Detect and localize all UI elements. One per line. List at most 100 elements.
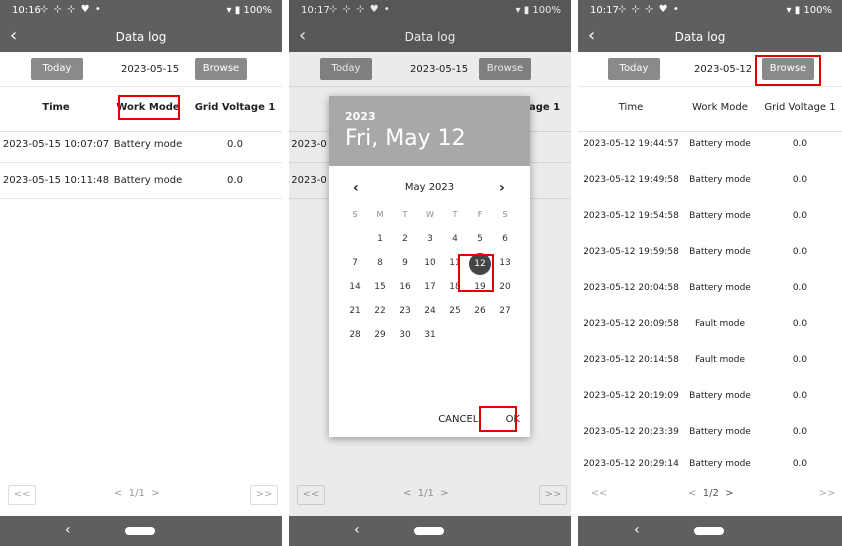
first-page-button[interactable]: << — [586, 485, 612, 503]
calendar-day[interactable]: 23 — [395, 306, 415, 316]
table-row[interactable]: 2023-05-12 19:44:57 Battery mode 0.0 — [578, 126, 842, 162]
wifi-battery-icon: ▾ ▮ — [786, 5, 801, 16]
nav-home-pill[interactable] — [125, 527, 155, 535]
selected-date: 2023-05-15 — [121, 64, 180, 75]
calendar-day[interactable]: 15 — [370, 282, 390, 292]
calendar-day[interactable]: 30 — [395, 330, 415, 340]
status-bar: 10:16 ⊹ ⊹ ⊹ ♥ • ▾ ▮ 100% — [0, 0, 282, 22]
cell-grid-voltage: 0.0 — [792, 211, 808, 221]
next-page-button[interactable]: > — [151, 488, 159, 499]
table-row[interactable]: 2023-05-12 19:59:58 Battery mode 0.0 — [578, 234, 842, 270]
highlight-box-ok — [479, 406, 517, 432]
calendar-day[interactable]: 28 — [345, 330, 365, 340]
cell-work-mode: Battery mode — [689, 139, 751, 149]
today-button[interactable]: Today — [608, 58, 660, 80]
table-row[interactable]: 2023-05-12 20:09:58 Fault mode 0.0 — [578, 306, 842, 342]
nav-home-pill[interactable] — [694, 527, 724, 535]
picker-year[interactable]: 2023 — [345, 110, 376, 123]
first-page-button[interactable]: << — [8, 485, 36, 505]
calendar-day[interactable]: 2 — [395, 234, 415, 244]
calendar-day[interactable]: 10 — [420, 258, 440, 268]
status-icons: ⊹ ⊹ ⊹ ♥ • — [618, 4, 680, 15]
last-page-button[interactable]: >> — [250, 485, 278, 505]
weekday-label: T — [452, 210, 458, 219]
calendar-day[interactable]: 14 — [345, 282, 365, 292]
status-icons: ⊹ ⊹ ⊹ ♥ • — [40, 4, 102, 15]
table-row[interactable]: 2023-05-12 19:54:58 Battery mode 0.0 — [578, 198, 842, 234]
app-bar: ‹ Data log — [578, 22, 842, 52]
nav-back-icon[interactable]: ‹ — [65, 522, 71, 538]
calendar-day[interactable]: 25 — [445, 306, 465, 316]
system-nav-bar: ‹ — [0, 516, 282, 546]
wifi-battery-icon: ▾ ▮ — [226, 5, 241, 16]
cancel-button[interactable]: CANCEL — [438, 414, 478, 425]
cell-work-mode: Battery mode — [689, 175, 751, 185]
table-row[interactable]: 2023-05-12 20:29:14 Battery mode 0.0 — [578, 450, 842, 470]
cell-work-mode: Fault mode — [695, 319, 745, 329]
calendar-day[interactable]: 24 — [420, 306, 440, 316]
cell-work-mode: Battery mode — [689, 391, 751, 401]
next-page-button[interactable]: > — [725, 488, 733, 499]
table-row[interactable]: 2023-05-12 20:04:58 Battery mode 0.0 — [578, 270, 842, 306]
table-row[interactable]: 2023-05-12 20:19:09 Battery mode 0.0 — [578, 378, 842, 414]
calendar-day[interactable]: 13 — [495, 258, 515, 268]
nav-back-icon[interactable]: ‹ — [354, 522, 360, 538]
cell-grid-voltage: 0.0 — [792, 391, 808, 401]
calendar-day[interactable]: 1 — [370, 234, 390, 244]
nav-home-pill[interactable] — [414, 527, 444, 535]
phone-screen-1: 10:16 ⊹ ⊹ ⊹ ♥ • ▾ ▮ 100% ‹ Data log Toda… — [0, 0, 282, 546]
status-bar: 10:17 ⊹ ⊹ ⊹ ♥ • ▾ ▮ 100% — [578, 0, 842, 22]
calendar-day[interactable]: 20 — [495, 282, 515, 292]
calendar-day[interactable]: 7 — [345, 258, 365, 268]
calendar-day[interactable]: 27 — [495, 306, 515, 316]
week-row: 21 22 23 24 25 26 27 — [345, 300, 521, 324]
cell-grid-voltage: 0.0 — [227, 175, 243, 186]
weekday-label: T — [402, 210, 408, 219]
page-indicator: < 1/2 > — [688, 485, 734, 503]
calendar-day[interactable]: 9 — [395, 258, 415, 268]
table-row[interactable]: 2023-05-12 20:23:39 Battery mode 0.0 — [578, 414, 842, 450]
calendar-day[interactable]: 4 — [445, 234, 465, 244]
cell-time: 2023-05-12 19:54:58 — [583, 211, 679, 221]
calendar-day[interactable]: 6 — [495, 234, 515, 244]
highlight-box-work-mode — [118, 95, 180, 120]
prev-page-button[interactable]: < — [688, 488, 696, 499]
cell-grid-voltage: 0.0 — [792, 247, 808, 257]
weekday-label: S — [352, 210, 358, 219]
prev-page-button[interactable]: < — [114, 488, 122, 499]
table-row[interactable]: 2023-05-15 10:11:48 Battery mode 0.0 — [0, 162, 282, 199]
pagination: << < 1/1 > >> — [0, 482, 282, 510]
calendar-day[interactable]: 17 — [420, 282, 440, 292]
table-row[interactable]: 2023-05-12 20:14:58 Fault mode 0.0 — [578, 342, 842, 378]
calendar-day[interactable]: 31 — [420, 330, 440, 340]
cell-time: 2023-05-15 10:07:07 — [2, 139, 110, 150]
calendar-day[interactable]: 22 — [370, 306, 390, 316]
system-nav-bar: ‹ — [289, 516, 571, 546]
cell-time: 2023-05-15 10:11:48 — [2, 175, 110, 186]
calendar-day[interactable]: 29 — [370, 330, 390, 340]
selected-date: 2023-05-12 — [694, 64, 753, 75]
cell-work-mode: Battery mode — [689, 247, 751, 257]
calendar-day[interactable]: 21 — [345, 306, 365, 316]
calendar-day[interactable]: 8 — [370, 258, 390, 268]
browse-button[interactable]: Browse — [195, 58, 247, 80]
today-button[interactable]: Today — [31, 58, 83, 80]
next-month-icon[interactable]: › — [499, 180, 505, 196]
cell-time: 2023-05-12 20:23:39 — [583, 427, 679, 437]
table-row[interactable]: 2023-05-15 10:07:07 Battery mode 0.0 — [0, 126, 282, 163]
table-row[interactable]: 2023-05-12 19:49:58 Battery mode 0.0 — [578, 162, 842, 198]
cell-grid-voltage: 0.0 — [792, 175, 808, 185]
nav-back-icon[interactable]: ‹ — [634, 522, 640, 538]
cell-work-mode: Fault mode — [695, 355, 745, 365]
calendar-day[interactable]: 26 — [470, 306, 490, 316]
cell-time: 2023-05-12 20:09:58 — [583, 319, 679, 329]
last-page-button[interactable]: >> — [814, 485, 840, 503]
weekday-label: M — [376, 210, 384, 219]
calendar-day[interactable]: 3 — [420, 234, 440, 244]
status-time: 10:17 — [590, 5, 619, 16]
weekday-label: W — [426, 210, 434, 219]
weekday-row: S M T W T F S — [345, 204, 521, 228]
cell-time: 2023-05-12 19:44:57 — [583, 139, 679, 149]
calendar-day[interactable]: 5 — [470, 234, 490, 244]
calendar-day[interactable]: 16 — [395, 282, 415, 292]
